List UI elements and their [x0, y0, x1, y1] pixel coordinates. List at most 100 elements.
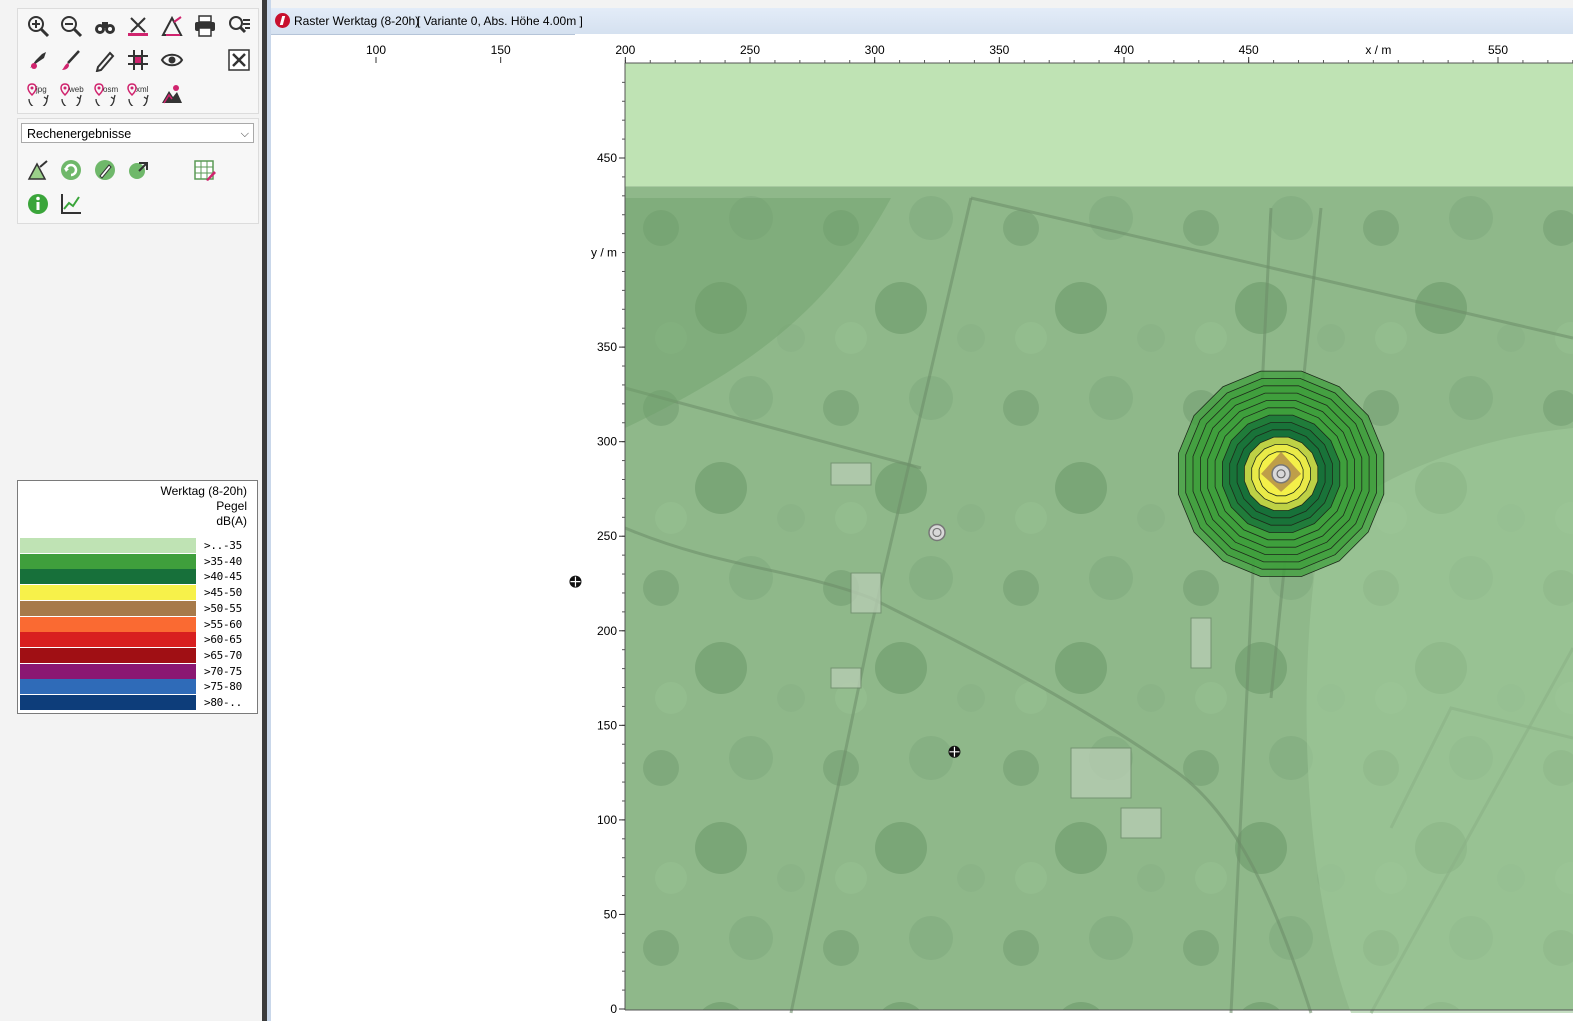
terrain-icon[interactable] — [159, 81, 185, 107]
legend-label: >60-65 — [204, 633, 242, 647]
legend-item: >55-60 — [20, 616, 255, 632]
eye-icon[interactable] — [159, 47, 185, 73]
legend-label: >40-45 — [204, 570, 242, 584]
edit-result-icon[interactable] — [92, 157, 118, 183]
legend-item: >50-55 — [20, 600, 255, 616]
edit-result-icon-glyph — [95, 160, 115, 180]
measure-icon-glyph — [128, 17, 148, 36]
zoom-in-icon-glyph — [28, 16, 50, 38]
zoom-out-icon-glyph — [61, 16, 83, 38]
y-tick-label: 300 — [597, 435, 617, 449]
legend-swatch — [20, 679, 196, 695]
refresh-result-icon-glyph — [61, 160, 81, 180]
building — [830, 462, 872, 486]
legend-item: >35-40 — [20, 553, 255, 569]
legend-swatch — [20, 585, 196, 601]
pin-tool-icon[interactable] — [25, 47, 51, 73]
chart-icon-glyph — [61, 194, 81, 214]
pencil-icon[interactable] — [92, 47, 118, 73]
legend-item: >60-65 — [20, 632, 255, 648]
legend-label: >50-55 — [204, 601, 242, 615]
main-source-marker[interactable] — [1271, 464, 1291, 484]
legend-swatch — [20, 632, 196, 648]
zoom-in-icon[interactable] — [25, 13, 51, 39]
export-osm-icon-label: osm — [103, 85, 119, 94]
legend-swatch — [20, 647, 196, 663]
grid-icon[interactable] — [125, 47, 151, 73]
no-data-band — [625, 63, 1573, 187]
info-icon[interactable] — [25, 191, 51, 217]
x-axis-label: x / m — [1365, 43, 1391, 57]
legend-label: >70-75 — [204, 664, 242, 678]
x-tick-label: 350 — [989, 43, 1009, 57]
legend-item: >45-50 — [20, 585, 255, 601]
zoom-list-icon[interactable] — [226, 13, 252, 39]
print-icon[interactable] — [192, 13, 218, 39]
tools-icon-glyph — [228, 49, 250, 71]
triangle-edit-icon-glyph — [161, 15, 183, 36]
binoculars-icon[interactable] — [92, 13, 118, 39]
building — [850, 572, 882, 614]
measure-icon[interactable] — [125, 13, 151, 39]
legend-item: >80-.. — [20, 695, 255, 710]
refresh-result-icon[interactable] — [58, 157, 84, 183]
y-tick-label: 0 — [610, 1002, 617, 1016]
info-icon-glyph — [28, 194, 48, 214]
x-tick-label: 450 — [1239, 43, 1259, 57]
grid-icon-glyph — [128, 50, 148, 70]
legend-unit: dB(A) — [216, 514, 247, 528]
results-panel: Rechenergebnisse ⌵ — [17, 118, 259, 224]
x-tick-label: 400 — [1114, 43, 1134, 57]
export-web-icon[interactable]: web — [58, 81, 84, 107]
noise-source-marker[interactable] — [928, 523, 946, 542]
export-osm-icon[interactable]: osm — [92, 81, 118, 107]
next-result-icon-glyph — [129, 162, 148, 179]
legend-label: >35-40 — [204, 554, 242, 568]
left-panel: jpg web osm xml Rechenergebnisse ⌵ Werktag … — [0, 0, 312, 1021]
y-tick-label: 200 — [597, 624, 617, 638]
legend-swatch — [20, 569, 196, 585]
noise-map-plot[interactable]: 100 150 200 250 300 350 400 450 550 x / m 0 50 100 15… — [271, 8, 1573, 1021]
y-tick-label: 100 — [597, 813, 617, 827]
export-xml-icon[interactable]: xml — [125, 81, 151, 107]
tools-icon[interactable] — [226, 47, 252, 73]
map-window: Raster Werktag (8-20h) [ Variante 0, Abs… — [271, 8, 1573, 1021]
pencil-icon-glyph — [95, 51, 115, 72]
legend-title: Werktag (8-20h) — [160, 484, 247, 498]
next-result-icon[interactable] — [125, 157, 151, 183]
brush-icon[interactable] — [58, 47, 84, 73]
export-web-icon-label: web — [69, 85, 84, 94]
legend-swatch — [20, 663, 196, 679]
result-type-value: Rechenergebnisse — [27, 127, 132, 141]
legend-swatch — [20, 538, 196, 553]
legend-label: >..-35 — [204, 539, 242, 552]
legend-swatch — [20, 695, 196, 710]
legend-swatch — [20, 553, 196, 569]
triangle-result-icon[interactable] — [25, 157, 51, 183]
export-jpg-icon[interactable]: jpg — [25, 81, 51, 107]
legend-item: >..-35 — [20, 538, 255, 553]
y-tick-label: 350 — [597, 340, 617, 354]
legend-item: >70-75 — [20, 663, 255, 679]
table-edit-icon[interactable] — [192, 157, 218, 183]
chart-icon[interactable] — [58, 191, 84, 217]
legend-label: >65-70 — [204, 648, 242, 662]
legend: Werktag (8-20h) Pegel dB(A) >..-35 >35-40… — [17, 480, 258, 714]
building — [1190, 617, 1212, 669]
x-tick-label: 550 — [1488, 43, 1508, 57]
export-jpg-icon-label: jpg — [36, 85, 47, 94]
y-tick-label: 150 — [597, 718, 617, 732]
zoom-out-icon[interactable] — [58, 13, 84, 39]
triangle-edit-icon[interactable] — [159, 13, 185, 39]
legend-label: >45-50 — [204, 586, 242, 600]
export-xml-icon-label: xml — [136, 85, 149, 94]
building — [830, 667, 862, 689]
building — [1070, 747, 1132, 799]
triangle-result-icon-glyph — [27, 160, 48, 180]
chevron-down-icon: ⌵ — [240, 128, 249, 140]
table-edit-icon-glyph — [194, 160, 216, 181]
x-tick-label: 300 — [865, 43, 885, 57]
result-type-select[interactable]: Rechenergebnisse ⌵ — [21, 123, 254, 143]
legend-item: >75-80 — [20, 679, 255, 695]
legend-quantity: Pegel — [216, 499, 247, 513]
